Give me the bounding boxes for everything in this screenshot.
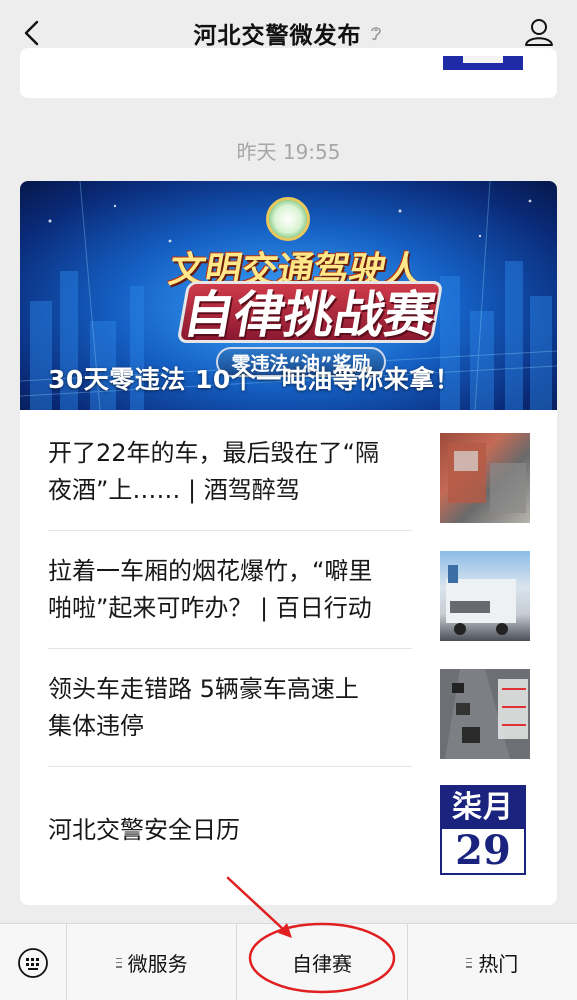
bottom-menu-bar: 微服务 自律赛 热门 [0,923,577,1000]
menu-item-label: 自律赛 [291,952,352,976]
menu-item-challenge[interactable]: 自律赛 [237,924,408,1000]
calendar-day: 29 [455,827,511,874]
page-title: 河北交警微发布 [193,23,362,49]
message-timestamp: 昨天 19:55 [236,140,341,164]
article-title: 河北交警安全日历 [48,815,240,844]
title-group: 河北交警微发布 [194,16,384,50]
calendar-graphic: 柒月 29 [440,785,526,875]
menu-item-hot[interactable]: 热门 [408,924,577,1000]
banner-caption: 30天零违法 10个一吨油等你来拿！ [48,365,461,394]
calendar-month: 柒月 [442,787,524,829]
article-title: 拉着一车厢的烟花爆竹，“噼里 啪啦”起来可咋办？ | 百日行动 [48,557,373,622]
previous-article-thumbnail [443,56,523,70]
person-icon[interactable] [523,16,555,48]
submenu-indicator-icon [115,957,122,968]
previous-article-card[interactable] [20,48,557,98]
menu-item-label: 微服务 [127,952,188,976]
submenu-indicator-icon [466,957,473,968]
headline-banner[interactable]: 文明交通驾驶人 自律挑战赛 零违法“油”奖励 30天零违法 10个一吨油等你来拿… [20,181,557,410]
article-item[interactable]: 领头车走错路 5辆豪车高速上 集体违停 [48,649,530,767]
chevron-left-icon[interactable] [18,18,48,48]
article-thumbnail: 柒月 29 [440,785,530,875]
menu-item-services[interactable]: 微服务 [67,924,238,1000]
article-title: 领头车走错路 5辆豪车高速上 集体违停 [48,675,359,740]
keyboard-toggle-button[interactable] [0,924,67,1000]
ear-icon [370,27,381,41]
article-card: 文明交通驾驶人 自律挑战赛 零违法“油”奖励 30天零违法 10个一吨油等你来拿… [20,181,557,905]
keyboard-icon [18,947,48,978]
article-thumbnail [440,433,530,523]
event-badge-logo [266,197,310,241]
article-title: 开了22年的车，最后毁在了“隔 夜酒”上…… | 酒驾醉驾 [48,439,379,504]
article-thumbnail [440,669,530,759]
article-thumbnail [440,551,530,641]
article-item[interactable]: 拉着一车厢的烟花爆竹，“噼里 啪啦”起来可咋办？ | 百日行动 [48,531,530,649]
banner-logo-line2: 自律挑战赛 [176,281,444,344]
menu-item-label: 热门 [478,952,519,976]
article-item[interactable]: 河北交警安全日历 柒月 29 [48,771,530,889]
article-item[interactable]: 开了22年的车，最后毁在了“隔 夜酒”上…… | 酒驾醉驾 [48,413,530,531]
